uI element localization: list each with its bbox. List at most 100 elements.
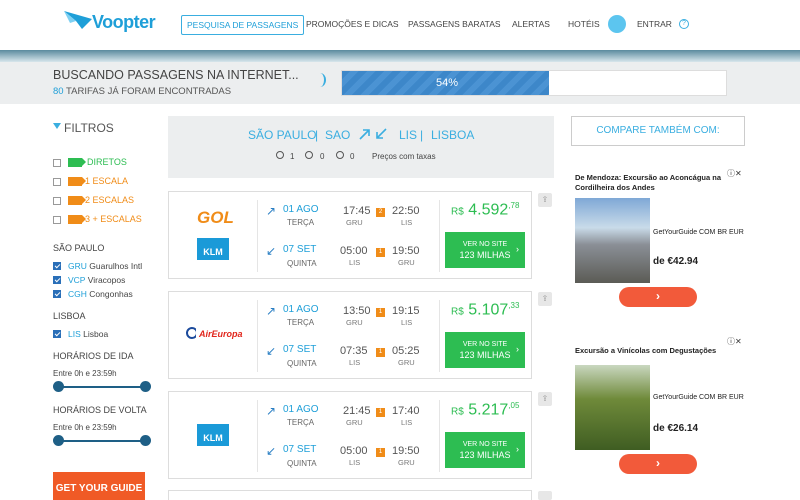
outbound-dep-time: 17:45 xyxy=(343,205,371,217)
return-dep-airport: LIS xyxy=(349,358,361,367)
card-divider xyxy=(439,300,440,372)
stop-tag-icon xyxy=(68,177,86,186)
stop-checkbox-1[interactable] xyxy=(53,178,61,186)
logo[interactable]: Voopter xyxy=(92,12,156,33)
share-icon[interactable]: ⇪ xyxy=(538,193,552,207)
outbound-dep-airport: GRU xyxy=(346,218,363,227)
card-divider xyxy=(439,200,440,272)
swap-arrows-icon[interactable] xyxy=(358,127,388,141)
stop-checkbox-2[interactable] xyxy=(53,197,61,205)
header-banner-strip xyxy=(0,50,800,62)
ad-close-icon[interactable]: ⓘ✕ xyxy=(727,336,742,347)
return-weekday: QUINTA xyxy=(287,359,317,368)
ad-title[interactable]: Excursão a Vinícolas com Degustações xyxy=(575,346,735,356)
volta-range: Entre 0h e 23:59h xyxy=(53,423,117,432)
logo-plane-icon[interactable] xyxy=(62,9,94,31)
nav-pesquisa[interactable]: PESQUISA DE PASSAGENS xyxy=(181,15,305,35)
airport-checkbox-cgh[interactable] xyxy=(53,290,61,298)
airport-cgh: CGH Congonhas xyxy=(68,289,133,299)
volta-slider-min-handle[interactable] xyxy=(53,435,64,446)
nav-alertas[interactable]: ALERTAS xyxy=(512,19,550,29)
ida-slider[interactable] xyxy=(53,381,151,392)
return-stops-badge: 1 xyxy=(376,348,385,357)
return-dep-time: 05:00 xyxy=(340,245,368,257)
progress-bar: 54% xyxy=(341,70,727,96)
ad-image[interactable] xyxy=(575,365,650,450)
ida-slider-min-handle[interactable] xyxy=(53,381,64,392)
airport-checkbox-lis[interactable] xyxy=(53,330,61,338)
return-weekday: QUINTA xyxy=(287,459,317,468)
outbound-dep-airport: GRU xyxy=(346,318,363,327)
stop-checkbox-3plus[interactable] xyxy=(53,216,61,224)
outbound-arr-airport: LIS xyxy=(401,218,413,227)
stop-checkbox-direct[interactable] xyxy=(53,159,61,167)
outbound-stops-badge: 2 xyxy=(376,208,385,217)
view-on-site-button[interactable]: VER NO SITE 123 MILHAS › xyxy=(445,332,525,368)
outbound-stops-badge: 1 xyxy=(376,408,385,417)
ad-go-button[interactable]: › xyxy=(619,287,697,307)
volta-slider-max-handle[interactable] xyxy=(140,435,151,446)
outbound-arr-time: 19:15 xyxy=(392,305,420,317)
return-arr-airport: GRU xyxy=(398,258,415,267)
progress-percent: 54% xyxy=(435,77,459,89)
outbound-dep-time: 13:50 xyxy=(343,305,371,317)
dest-code: LIS xyxy=(399,128,418,142)
funnel-icon xyxy=(53,123,61,129)
compare-button[interactable]: COMPARE TAMBÉM COM: xyxy=(571,116,745,146)
return-arrow-icon: ↙ xyxy=(266,344,277,358)
share-icon[interactable] xyxy=(538,491,552,500)
price: R$ 5.107,33 xyxy=(451,301,520,319)
nav-promocoes[interactable]: PROMOÇÕES E DICAS xyxy=(306,19,399,29)
user-icon[interactable] xyxy=(608,15,626,33)
stop-tag-icon xyxy=(68,158,86,167)
chevron-right-icon: › xyxy=(516,244,519,254)
result-card[interactable]: KLM ↗ 01 AGO TERÇA 21:45 GRU 1 17:40 LIS… xyxy=(168,391,532,479)
outbound-weekday: TERÇA xyxy=(287,218,315,227)
view-on-site-button[interactable]: VER NO SITE 123 MILHAS › xyxy=(445,232,525,268)
outbound-arrow-icon: ↗ xyxy=(266,404,277,418)
return-stops-badge: 1 xyxy=(376,448,385,457)
fares-count: 80 xyxy=(53,86,64,97)
outbound-dep-airport: GRU xyxy=(346,418,363,427)
ad-close-icon[interactable]: ⓘ✕ xyxy=(727,168,742,179)
ad-card-mendoza[interactable]: De Mendoza: Excursão ao Aconcágua na Cor… xyxy=(571,166,745,312)
outbound-weekday: TERÇA xyxy=(287,418,315,427)
getyourguide-ad[interactable]: GET YOUR GUIDE xyxy=(53,472,145,500)
outbound-date: 01 AGO xyxy=(283,404,319,415)
ida-slider-max-handle[interactable] xyxy=(140,381,151,392)
outbound-date: 01 AGO xyxy=(283,204,319,215)
airport-checkbox-gru[interactable] xyxy=(53,262,61,270)
nav-passagens-baratas[interactable]: PASSAGENS BARATAS xyxy=(408,19,501,29)
origin-filter-title: SÃO PAULO xyxy=(53,243,105,253)
result-card[interactable] xyxy=(168,490,532,500)
view-on-site-button[interactable]: VER NO SITE 123 MILHAS › xyxy=(445,432,525,468)
loading-spinner-icon xyxy=(314,73,326,87)
card-divider xyxy=(439,400,440,472)
child-icon xyxy=(305,151,313,159)
origin-city: SÃO PAULO xyxy=(248,128,317,142)
nav-hoteis[interactable]: HOTÉIS xyxy=(568,19,600,29)
result-card[interactable]: AirEuropa ↗ 01 AGO TERÇA 13:50 GRU 1 19:… xyxy=(168,291,532,379)
share-icon[interactable]: ⇪ xyxy=(538,292,552,306)
volta-slider[interactable] xyxy=(53,435,151,446)
return-arr-time: 19:50 xyxy=(392,445,420,457)
result-card[interactable]: GOL KLM ↗ 01 AGO TERÇA 17:45 GRU 2 22:50… xyxy=(168,191,532,279)
outbound-arr-airport: LIS xyxy=(401,318,413,327)
top-header: Voopter PESQUISA DE PASSAGENS PROMOÇÕES … xyxy=(0,0,800,50)
ad-title[interactable]: De Mendoza: Excursão ao Aconcágua na Cor… xyxy=(575,173,735,193)
help-icon[interactable]: ? xyxy=(679,19,689,29)
search-summary[interactable] xyxy=(168,116,554,178)
return-arr-airport: GRU xyxy=(398,358,415,367)
volta-filter-title: HORÁRIOS DE VOLTA xyxy=(53,405,147,415)
airport-checkbox-vcp[interactable] xyxy=(53,276,61,284)
dest-city: LISBOA xyxy=(431,128,475,142)
ad-card-vinicolas[interactable]: Excursão a Vinícolas com Degustações ⓘ✕ … xyxy=(571,334,745,480)
outbound-date: 01 AGO xyxy=(283,304,319,315)
share-icon[interactable]: ⇪ xyxy=(538,392,552,406)
airport-vcp: VCP Viracopos xyxy=(68,275,126,285)
route-separator: | xyxy=(315,128,319,142)
login-link[interactable]: ENTRAR xyxy=(637,19,672,29)
outbound-arr-time: 22:50 xyxy=(392,205,420,217)
ad-image[interactable] xyxy=(575,198,650,283)
ad-go-button[interactable]: › xyxy=(619,454,697,474)
